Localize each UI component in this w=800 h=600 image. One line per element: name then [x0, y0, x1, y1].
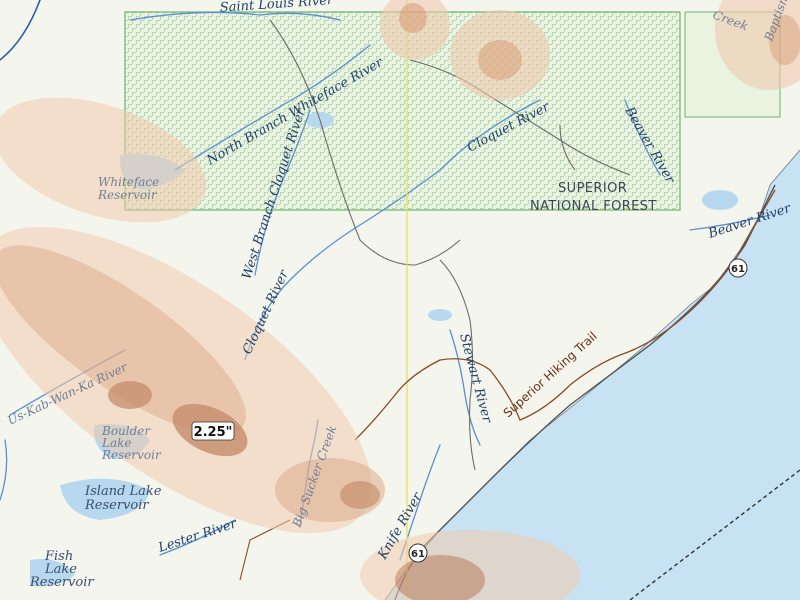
whiteface-reservoir-label-2: Reservoir	[97, 188, 158, 202]
island-lake-label-2: Reservoir	[84, 498, 149, 513]
highway-61-shield-south-text: 61	[411, 549, 425, 560]
highway-61-shield-east: 61	[728, 258, 748, 278]
small-lake-center	[428, 309, 452, 321]
fish-lake-label-3: Reservoir	[29, 575, 94, 590]
highway-61-shield-east-text: 61	[731, 264, 745, 275]
boulder-lake-label-3: Reservoir	[101, 448, 162, 462]
precip-callout-text: 2.25"	[194, 425, 233, 440]
island-lake-label-1: Island Lake	[84, 484, 162, 499]
superior-forest-label-2: NATIONAL FOREST	[530, 199, 657, 214]
precip-callout[interactable]: 2.25"	[191, 421, 235, 441]
highway-61-shield-south: 61	[408, 543, 428, 563]
superior-forest-label-1: SUPERIOR	[558, 181, 627, 196]
whiteface-reservoir-label-1: Whiteface	[98, 175, 159, 189]
map-canvas[interactable]: Saint Louis River North Branch Whiteface…	[0, 0, 800, 600]
small-lake-forest	[702, 190, 738, 210]
